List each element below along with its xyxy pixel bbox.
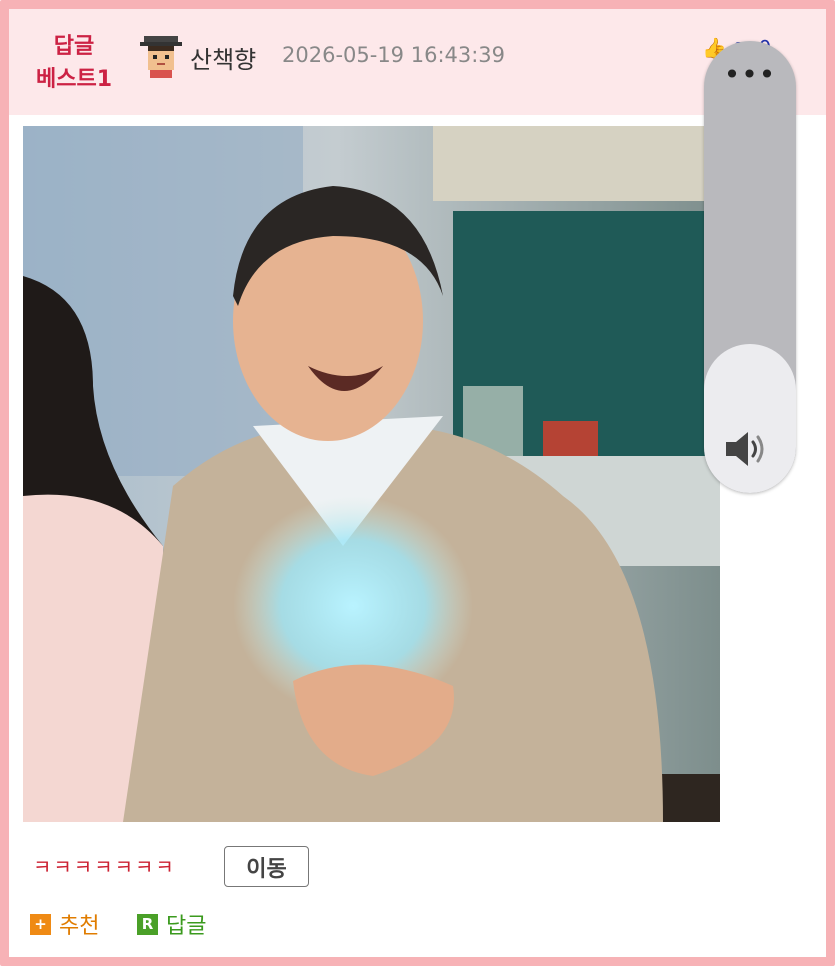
move-button[interactable]: 이동 <box>224 846 309 887</box>
comment-text: ㅋㅋㅋㅋㅋㅋㅋ <box>33 855 176 879</box>
plus-icon: + <box>30 913 51 935</box>
username[interactable]: 산책향 <box>190 40 256 75</box>
reply-icon: R <box>137 913 158 935</box>
recommend-button[interactable]: + 추천 <box>30 908 99 940</box>
avatar-pixel-icon[interactable] <box>140 34 182 78</box>
best-label-line2: 베스트1 <box>35 67 113 92</box>
best-label-line1: 답글 <box>53 34 95 59</box>
more-options-button[interactable]: ••• <box>704 61 796 89</box>
reply-label: 답글 <box>166 914 207 939</box>
post-image[interactable] <box>23 126 720 822</box>
best-reply-badge: 답글 베스트1 <box>20 30 128 96</box>
recommend-label: 추천 <box>59 914 100 939</box>
volume-panel[interactable]: ••• <box>704 41 796 493</box>
reply-button[interactable]: R 답글 <box>137 908 206 940</box>
post-photo <box>23 126 720 822</box>
speaker-icon <box>724 429 774 473</box>
post-timestamp: 2026-05-19 16:43:39 <box>282 43 506 67</box>
